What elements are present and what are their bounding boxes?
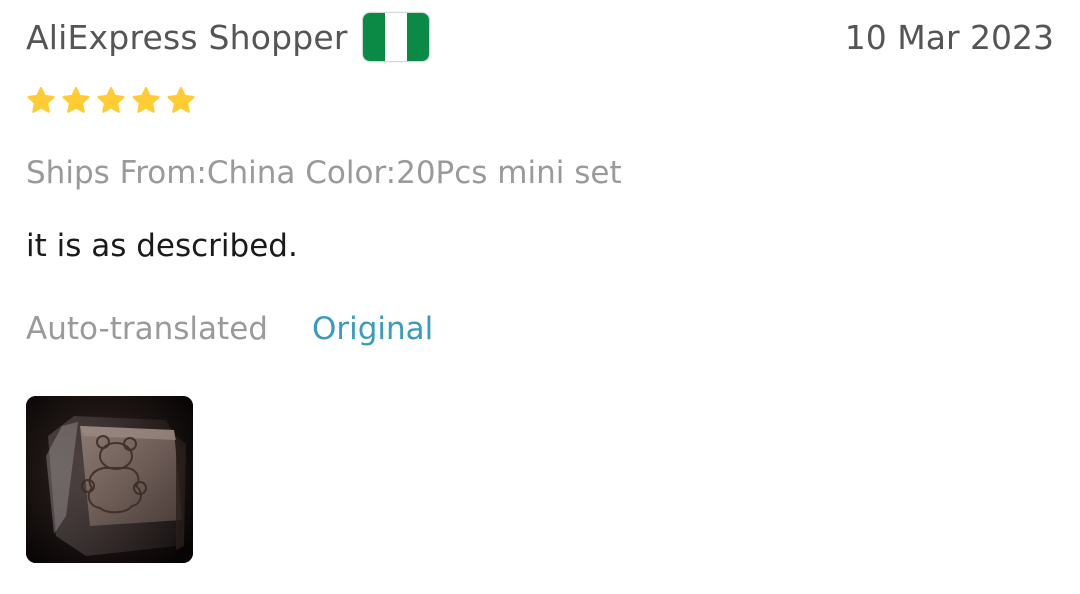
- flag-stripe-middle: [384, 13, 407, 61]
- nigeria-flag-icon: [361, 12, 430, 62]
- flag-stripe-left: [362, 13, 385, 61]
- translation-row: Auto-translated Original: [26, 311, 433, 347]
- review-header: AliExpress Shopper 10 Mar 2023: [26, 10, 1054, 64]
- reviewer-info: AliExpress Shopper: [26, 12, 430, 62]
- auto-translated-label: Auto-translated: [26, 311, 268, 347]
- review-card: AliExpress Shopper 10 Mar 2023 Ships Fro…: [0, 0, 1080, 594]
- review-date: 10 Mar 2023: [844, 17, 1054, 57]
- sku-info: Ships From:China Color:20Pcs mini set: [26, 155, 622, 191]
- review-photo-image: [26, 396, 193, 563]
- star-icon: [132, 87, 160, 113]
- flag-stripe-right: [406, 13, 429, 61]
- reviewer-name: AliExpress Shopper: [26, 17, 348, 57]
- star-icon: [97, 87, 125, 113]
- star-icon: [167, 87, 195, 113]
- star-icon: [27, 87, 55, 113]
- review-photo-thumbnail[interactable]: [26, 396, 193, 563]
- review-text: it is as described.: [26, 228, 298, 264]
- show-original-link[interactable]: Original: [312, 311, 433, 347]
- star-rating: [26, 86, 196, 116]
- star-icon: [62, 87, 90, 113]
